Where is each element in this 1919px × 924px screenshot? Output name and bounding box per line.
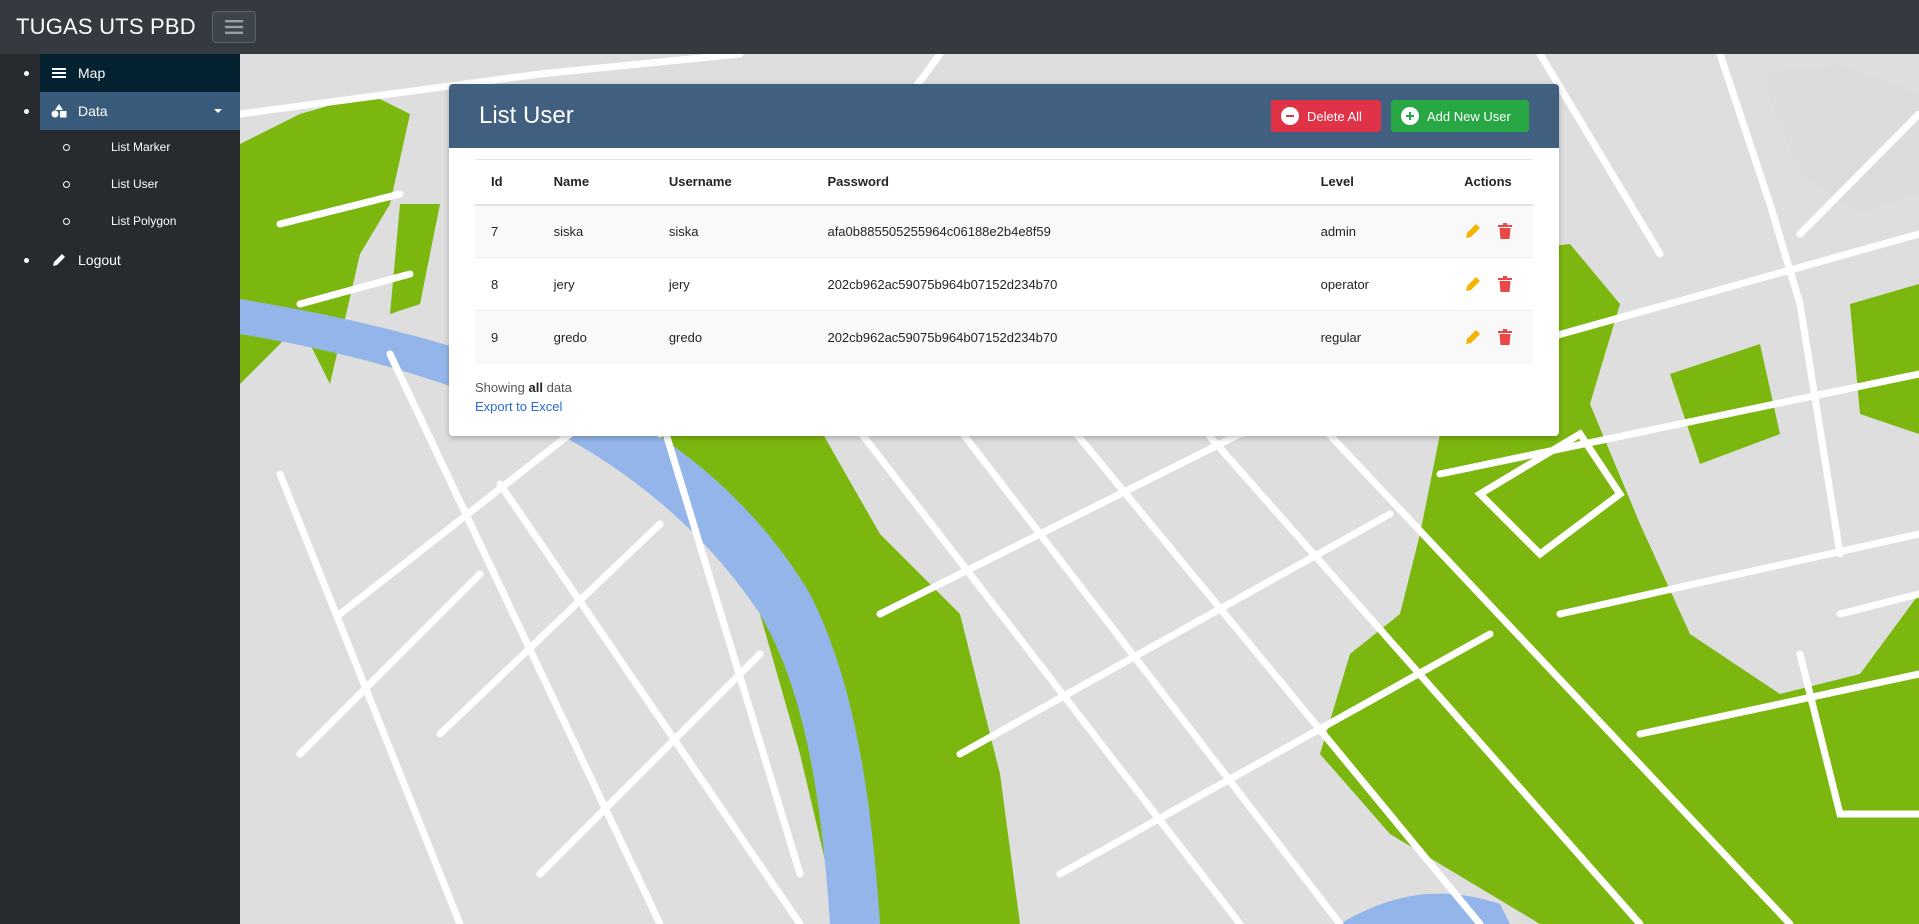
sidebar-link-list-user[interactable]: List User — [111, 177, 158, 191]
sidebar-link-list-marker[interactable]: List Marker — [111, 140, 170, 154]
sidebar-link-data[interactable]: Data — [40, 92, 240, 130]
menu-lines-icon — [50, 64, 68, 82]
trash-icon[interactable] — [1496, 328, 1514, 346]
delete-all-label: Delete All — [1307, 108, 1362, 124]
sidebar-item-label: Data — [78, 103, 108, 119]
cell-name: siska — [537, 204, 653, 258]
cell-id: 7 — [475, 204, 538, 258]
list-user-card: List User Delete All Add New User Id Nam… — [449, 84, 1559, 436]
add-new-user-label: Add New User — [1427, 108, 1511, 124]
add-new-user-button[interactable]: Add New User — [1391, 100, 1529, 132]
cell-password: afa0b885505255964c06188e2b4e8f59 — [811, 204, 1305, 258]
cell-username: jery — [652, 257, 812, 311]
cell-username: siska — [652, 204, 812, 258]
delete-all-button[interactable]: Delete All — [1271, 100, 1381, 132]
hamburger-icon — [224, 20, 243, 34]
trash-icon[interactable] — [1496, 222, 1514, 240]
sidebar-item-data: Data — [0, 92, 240, 130]
sidebar-item-logout: Logout — [0, 241, 240, 279]
cell-username: gredo — [652, 310, 812, 364]
sidebar-subitem-list-marker: List Marker — [0, 130, 240, 167]
export-to-excel-link[interactable]: Export to Excel — [475, 399, 562, 414]
card-header: List User Delete All Add New User — [449, 84, 1559, 148]
list-bullet — [24, 109, 29, 114]
showing-info: Showing all data — [475, 380, 572, 395]
top-navbar: TUGAS UTS PBD — [0, 0, 1919, 54]
shapes-icon — [50, 102, 68, 120]
showing-suffix: data — [546, 380, 572, 395]
sidebar-item-label: Logout — [78, 252, 121, 268]
col-header-actions: Actions — [1448, 159, 1533, 206]
sidebar-toggle-button[interactable] — [211, 11, 256, 43]
edit-icon[interactable] — [1464, 222, 1482, 240]
minus-circle-icon — [1281, 107, 1299, 125]
app-title[interactable]: TUGAS UTS PBD — [16, 14, 196, 40]
plus-circle-icon — [1401, 107, 1419, 125]
showing-prefix: Showing — [475, 380, 525, 395]
circle-bullet-icon — [63, 144, 70, 151]
cell-level: operator — [1304, 257, 1449, 311]
col-header-username: Username — [652, 159, 812, 206]
cell-actions — [1448, 257, 1533, 311]
showing-bold: all — [528, 380, 543, 395]
list-bullet — [24, 71, 29, 76]
edit-icon[interactable] — [1464, 328, 1482, 346]
sidebar-item-map: Map — [0, 54, 240, 92]
cell-actions — [1448, 310, 1533, 364]
cell-password: 202cb962ac59075b964b07152d234b70 — [811, 257, 1305, 311]
cell-id: 9 — [475, 310, 538, 364]
sidebar-link-map[interactable]: Map — [40, 54, 240, 92]
chevron-down-icon — [214, 109, 222, 113]
pencil-icon — [50, 251, 68, 269]
sidebar-item-label: Map — [78, 65, 106, 81]
page-title: List User — [479, 102, 574, 129]
col-header-id: Id — [475, 159, 538, 206]
list-bullet — [24, 258, 29, 263]
circle-bullet-icon — [63, 181, 70, 188]
table-row: 7 siska siska afa0b885505255964c06188e2b… — [475, 204, 1533, 258]
cell-level: regular — [1304, 310, 1449, 364]
sidebar-link-list-polygon[interactable]: List Polygon — [111, 214, 176, 228]
sidebar-submenu: List Marker List User List Polygon — [0, 130, 240, 241]
col-header-name: Name — [537, 159, 653, 206]
circle-bullet-icon — [63, 218, 70, 225]
table-header-row: Id Name Username Password Level Actions — [475, 159, 1533, 206]
cell-id: 8 — [475, 257, 538, 311]
sidebar: Map Data List Marker List User List Poly… — [0, 54, 240, 924]
table-row: 8 jery jery 202cb962ac59075b964b07152d23… — [475, 257, 1533, 311]
sidebar-subitem-list-user: List User — [0, 167, 240, 204]
sidebar-link-logout[interactable]: Logout — [40, 241, 240, 279]
col-header-password: Password — [811, 159, 1305, 206]
table-row: 9 gredo gredo 202cb962ac59075b964b07152d… — [475, 310, 1533, 364]
edit-icon[interactable] — [1464, 275, 1482, 293]
sidebar-subitem-list-polygon: List Polygon — [0, 204, 240, 241]
cell-password: 202cb962ac59075b964b07152d234b70 — [811, 310, 1305, 364]
cell-name: jery — [537, 257, 653, 311]
cell-level: admin — [1304, 204, 1449, 258]
cell-actions — [1448, 204, 1533, 258]
user-table: Id Name Username Password Level Actions … — [475, 159, 1533, 364]
trash-icon[interactable] — [1496, 275, 1514, 293]
col-header-level: Level — [1304, 159, 1449, 206]
cell-name: gredo — [537, 310, 653, 364]
